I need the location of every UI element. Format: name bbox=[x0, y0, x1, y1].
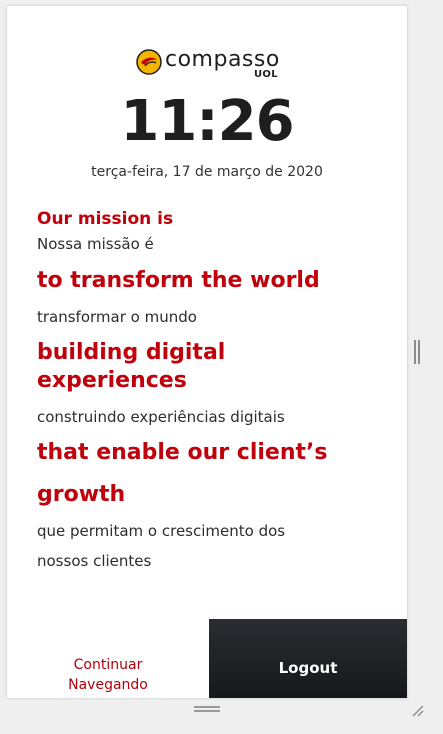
mission-line2-pt: construindo experiências digitais bbox=[37, 408, 285, 426]
horizontal-resize-handle-icon[interactable] bbox=[194, 706, 220, 712]
compasso-logo-icon bbox=[136, 49, 162, 75]
mission-line2-en: building digital experiences bbox=[37, 340, 226, 393]
mission-line1-en: to transform the world bbox=[37, 268, 320, 293]
mission-line3-en-a: that enable our client’s bbox=[37, 440, 328, 465]
mission-line3-pt-b: nossos clientes bbox=[37, 552, 152, 570]
logout-label: Logout bbox=[278, 659, 338, 677]
lock-screen-card: compasso UOL 11:26 terça-feira, 17 de ma… bbox=[7, 6, 407, 698]
company-logo: compasso UOL bbox=[136, 44, 286, 82]
vertical-resize-handle-icon[interactable] bbox=[414, 340, 420, 364]
mission-heading-en: Our mission is bbox=[37, 209, 174, 229]
mission-statement: Our mission is Nossa missão é to transfo… bbox=[37, 202, 382, 571]
resize-corner-icon[interactable] bbox=[410, 703, 424, 717]
clock-time: 11:26 bbox=[120, 89, 294, 154]
continue-browsing-button[interactable]: Continuar Navegando bbox=[7, 619, 209, 698]
continue-browsing-line2: Navegando bbox=[68, 677, 148, 693]
clock-date: terça-feira, 17 de março de 2020 bbox=[91, 164, 323, 180]
mission-line3-pt-a: que permitam o crescimento dos bbox=[37, 522, 286, 540]
footer-actions: Continuar Navegando Logout bbox=[7, 619, 407, 698]
continue-browsing-label: Continuar Navegando bbox=[7, 655, 209, 695]
window: compasso UOL 11:26 terça-feira, 17 de ma… bbox=[0, 0, 443, 734]
mission-line1-pt: transformar o mundo bbox=[37, 308, 197, 326]
mission-heading-pt: Nossa missão é bbox=[37, 235, 154, 253]
continue-browsing-line1: Continuar bbox=[73, 657, 143, 673]
mission-line3-en-b: growth bbox=[37, 482, 126, 507]
logo-sub-brand: UOL bbox=[254, 69, 278, 80]
logout-button[interactable]: Logout bbox=[209, 619, 407, 698]
